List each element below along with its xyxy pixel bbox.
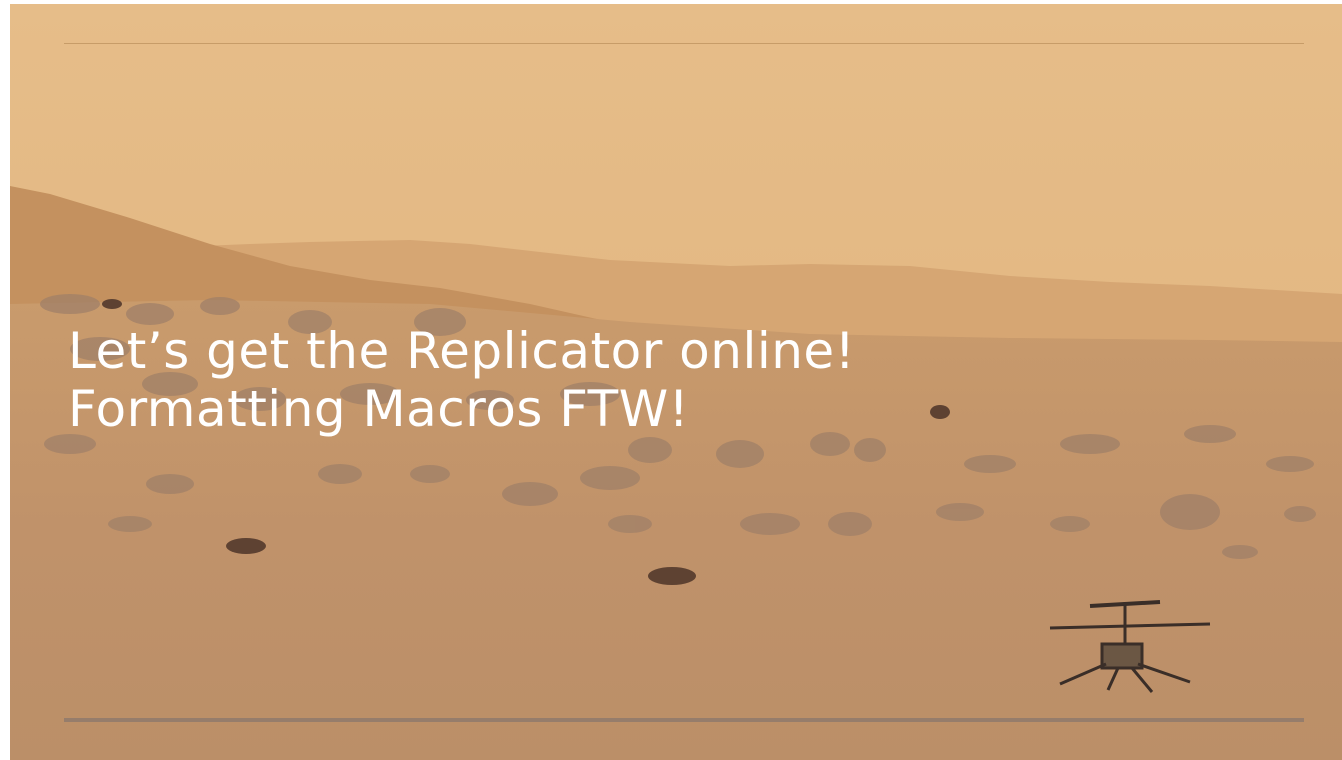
- top-divider: [64, 43, 1304, 44]
- bottom-divider: [64, 718, 1304, 722]
- slide-title-line-1: Let’s get the Replicator online!: [68, 322, 856, 380]
- slide-title[interactable]: Let’s get the Replicator online! Formatt…: [68, 322, 1168, 438]
- presentation-slide[interactable]: Let’s get the Replicator online! Formatt…: [10, 4, 1342, 760]
- slide-title-line-2: Formatting Macros FTW!: [68, 380, 690, 438]
